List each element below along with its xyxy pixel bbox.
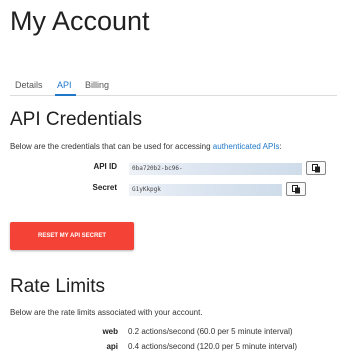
api-credentials-description: Below are the credentials that can be us… bbox=[10, 142, 282, 151]
copy-secret-button[interactable] bbox=[286, 182, 306, 196]
rate-limit-value: 0.4 actions/second (120.0 per 5 minute i… bbox=[128, 342, 297, 351]
copy-api-id-button[interactable] bbox=[306, 161, 326, 175]
secret-field[interactable]: G1yKkpgk bbox=[129, 184, 282, 196]
page-title: My Account bbox=[10, 6, 150, 36]
copy-icon bbox=[312, 164, 320, 173]
rate-limits-heading: Rate Limits bbox=[10, 276, 106, 297]
description-suffix: : bbox=[279, 142, 282, 151]
tab-api[interactable]: API bbox=[57, 80, 72, 90]
api-id-label: API ID bbox=[93, 162, 117, 171]
authenticated-apis-link[interactable]: authenticated APIs bbox=[213, 142, 280, 151]
tab-billing[interactable]: Billing bbox=[85, 80, 109, 90]
api-id-field[interactable]: 0ba720b2-bc96- bbox=[129, 163, 302, 175]
description-text: Below are the credentials that can be us… bbox=[10, 142, 213, 151]
rate-limit-name: web bbox=[102, 327, 118, 336]
active-tab-indicator bbox=[55, 94, 76, 96]
secret-label: Secret bbox=[92, 183, 117, 192]
tab-details[interactable]: Details bbox=[15, 80, 43, 90]
copy-icon bbox=[292, 185, 300, 194]
account-tabs: Details API Billing bbox=[10, 76, 337, 96]
rate-limit-value: 0.2 actions/second (60.0 per 5 minute in… bbox=[128, 327, 293, 336]
rate-limits-description: Below are the rate limits associated wit… bbox=[10, 308, 203, 317]
rate-limit-name: api bbox=[106, 342, 118, 351]
api-credentials-heading: API Credentials bbox=[10, 109, 143, 130]
reset-api-secret-button[interactable]: RESET MY API SECRET bbox=[10, 222, 134, 250]
